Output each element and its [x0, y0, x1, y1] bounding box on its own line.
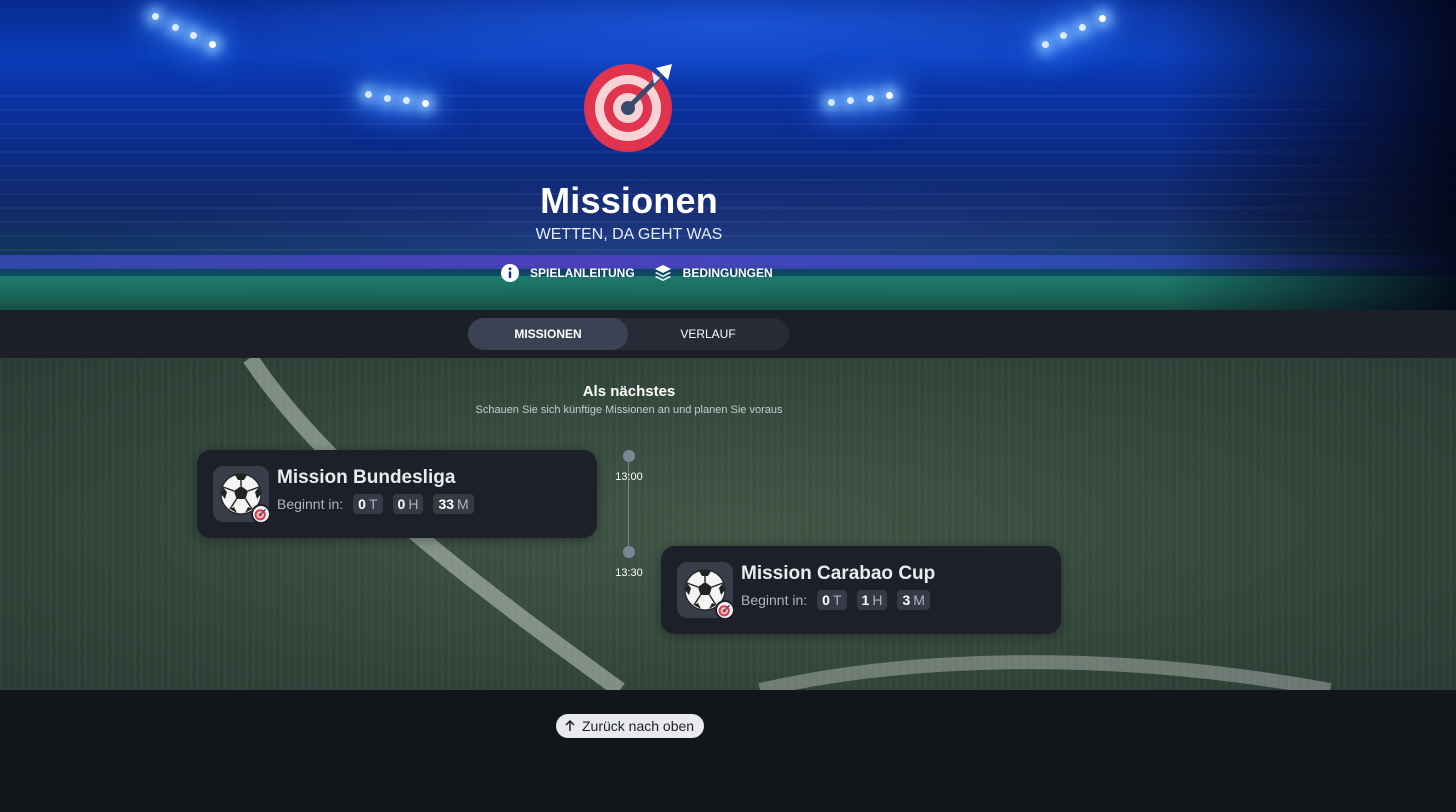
floodlight	[886, 92, 893, 99]
tab-switcher: MISSIONEN VERLAUF	[468, 318, 789, 350]
layers-icon	[654, 265, 671, 281]
floodlight	[1079, 24, 1086, 31]
floodlight	[190, 32, 197, 39]
floodlight	[172, 24, 179, 31]
floodlight	[1099, 15, 1106, 22]
section-subtitle: Schauen Sie sich künftige Missionen an u…	[475, 404, 783, 416]
game-rules-label: SPIELANLEITUNG	[530, 266, 635, 280]
floodlight	[384, 95, 391, 102]
floodlight	[209, 41, 216, 48]
floodlight	[422, 100, 429, 107]
floodlight	[847, 97, 854, 104]
floodlight	[365, 91, 372, 98]
mission-card[interactable]: Mission Carabao Cup Beginnt in: 0T 1H 3M	[661, 546, 1061, 634]
hero-banner: Missionen WETTEN, DA GEHT WAS SPIELANLEI…	[0, 0, 1456, 310]
timeline-dot	[623, 546, 635, 558]
game-rules-link[interactable]: SPIELANLEITUNG	[500, 263, 635, 283]
tab-bar: MISSIONEN VERLAUF	[0, 310, 1456, 358]
mission-title: Mission Carabao Cup	[741, 563, 936, 584]
countdown-days: 0T	[817, 590, 847, 610]
target-dart-icon	[584, 64, 672, 152]
countdown-hours: 0H	[392, 494, 424, 514]
countdown-label: Beginnt in:	[741, 592, 808, 608]
arrow-up-icon	[565, 720, 575, 731]
info-icon	[501, 264, 519, 282]
floodlight	[1042, 41, 1049, 48]
mission-title: Mission Bundesliga	[277, 467, 456, 488]
floodlight	[828, 99, 835, 106]
countdown-days: 0T	[353, 494, 383, 514]
countdown: Beginnt in: 0T 0H 33 M	[277, 494, 474, 514]
floodlight	[1060, 32, 1067, 39]
hero-links: SPIELANLEITUNG BEDINGUNGEN	[500, 263, 773, 283]
tab-history[interactable]: VERLAUF	[628, 318, 788, 350]
floodlight	[867, 95, 874, 102]
timeline-time: 13:30	[615, 567, 643, 579]
page-subtitle: WETTEN, DA GEHT WAS	[535, 226, 723, 243]
back-to-top-button[interactable]: Zurück nach oben	[556, 714, 705, 738]
mission-icon	[213, 466, 271, 524]
floodlight	[152, 13, 159, 20]
mission-card[interactable]: Mission Bundesliga Beginnt in: 0T 0H 33 M	[197, 450, 597, 538]
timeline-time: 13:00	[615, 471, 643, 483]
countdown: Beginnt in: 0T 1H 3M	[741, 590, 930, 610]
back-to-top-label: Zurück nach oben	[582, 718, 695, 734]
target-dart-icon	[251, 504, 271, 524]
section-title: Als nächstes	[582, 383, 676, 400]
countdown-label: Beginnt in:	[277, 496, 344, 512]
target-dart-icon	[715, 600, 735, 620]
timeline-dot	[623, 450, 635, 462]
mission-icon	[677, 562, 735, 620]
countdown-hours: 1H	[856, 590, 888, 610]
page-title: Missionen	[540, 180, 718, 221]
tab-missions[interactable]: MISSIONEN	[468, 318, 628, 350]
floodlight	[403, 97, 410, 104]
countdown-minutes: 3M	[897, 590, 930, 610]
terms-label: BEDINGUNGEN	[682, 266, 773, 280]
upcoming-missions-section: Als nächstes Schauen Sie sich künftige M…	[0, 358, 1456, 690]
terms-link[interactable]: BEDINGUNGEN	[653, 263, 773, 283]
countdown-minutes: 33 M	[433, 494, 474, 514]
